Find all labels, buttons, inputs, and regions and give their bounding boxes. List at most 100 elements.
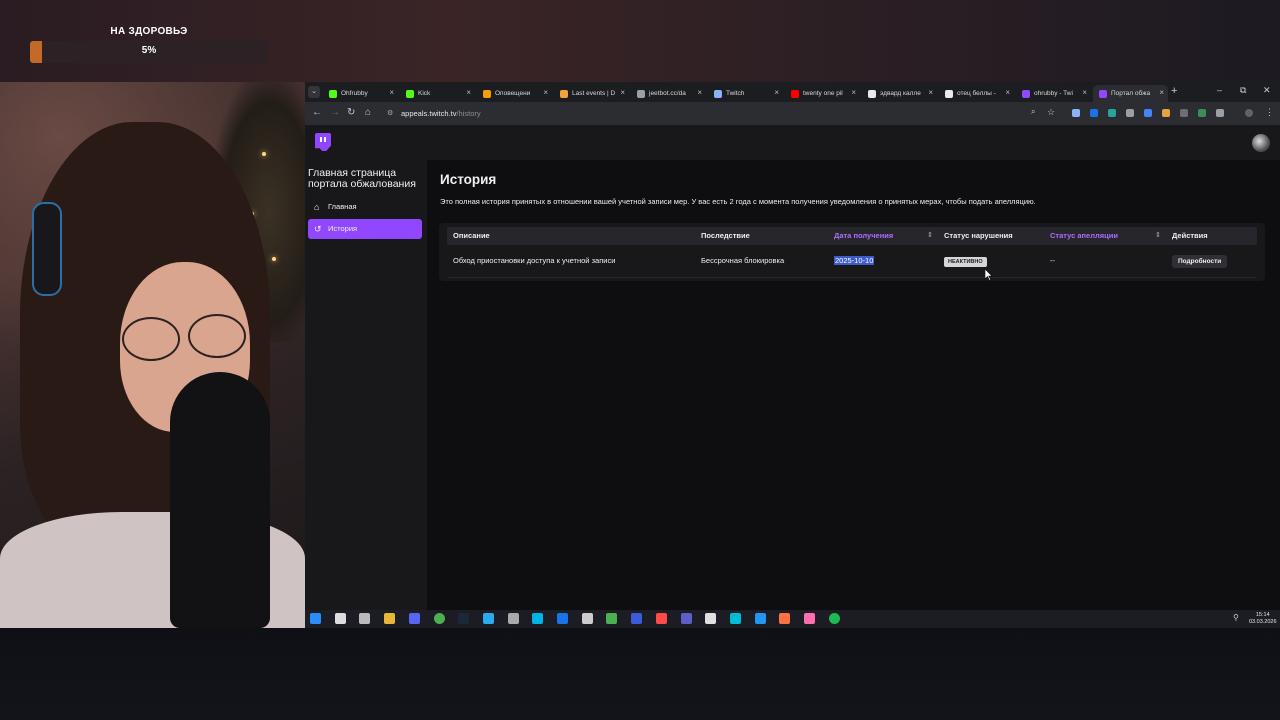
app-icon[interactable] [606, 613, 618, 624]
app-icon[interactable] [532, 613, 544, 624]
close-tab-icon[interactable]: × [697, 88, 702, 97]
tab-label: twenty one pil [803, 90, 843, 97]
browser-tab[interactable]: Ohfrubby × [323, 85, 398, 102]
cell-description: Обход приостановки доступа к учетной зап… [453, 256, 616, 265]
tab-label: Kick [418, 90, 431, 97]
browser-tab[interactable]: ohrubby - Twi × [1016, 85, 1091, 102]
home-browser-icon[interactable]: ⌂ [365, 107, 371, 118]
app-icon[interactable] [631, 613, 643, 624]
clock-time: 15:14 [1255, 612, 1270, 618]
glasses-left [122, 317, 180, 361]
app-icon[interactable] [557, 613, 568, 624]
site-info-icon[interactable]: ⚙ [387, 106, 393, 121]
browser-tab[interactable]: twenty one pil × [785, 85, 860, 102]
column-header-violation-status: Статус нарушения [944, 231, 1013, 240]
url-field[interactable]: ⚙ appeals.twitch.tv/history [383, 106, 1041, 121]
tab-label: Оповещени [495, 90, 531, 97]
spotify-icon[interactable] [828, 613, 840, 624]
windows-start-icon[interactable] [310, 613, 321, 624]
health-title: НА ЗДОРОВЬЭ [110, 26, 188, 37]
minimize-button[interactable]: – [1217, 85, 1222, 95]
close-tab-icon[interactable]: × [466, 88, 471, 97]
close-tab-icon[interactable]: × [851, 88, 856, 97]
tree-light [262, 152, 266, 156]
zoom-icon[interactable]: ⌕ [1031, 107, 1035, 117]
back-icon[interactable]: ← [312, 107, 322, 118]
close-tab-icon[interactable]: × [1005, 88, 1010, 97]
forward-icon[interactable]: → [330, 107, 340, 118]
browser-tab[interactable]: Last events | D × [554, 85, 629, 102]
extension-icon[interactable] [1126, 109, 1134, 117]
app-icon[interactable] [729, 613, 741, 624]
tab-search-button[interactable]: ⌄ [308, 86, 320, 98]
maximize-button[interactable]: ⧉ [1240, 85, 1246, 96]
browser-tab[interactable]: Портал обжа × [1093, 85, 1168, 102]
browser-tab[interactable]: jeetbot.cc/da × [631, 85, 706, 102]
extension-icon[interactable] [1180, 109, 1188, 117]
app-icon[interactable] [507, 613, 519, 624]
yandex-icon[interactable] [655, 613, 667, 624]
chrome-icon[interactable] [433, 613, 445, 624]
sort-icon[interactable]: ⇕ [927, 227, 933, 245]
google-icon [945, 89, 953, 98]
app-icon[interactable] [754, 613, 766, 624]
extension-icon[interactable] [1108, 109, 1116, 117]
profile-icon[interactable] [1245, 109, 1253, 117]
tab-label: эдвард калле [880, 90, 921, 97]
extension-icon[interactable] [1144, 109, 1152, 117]
close-window-button[interactable]: ✕ [1263, 85, 1271, 96]
microphone [170, 372, 270, 628]
taskbar-clock[interactable]: 15:14 03.03.2026 [1249, 612, 1277, 626]
sidebar-item-home[interactable]: ⌂ Главная [308, 197, 422, 217]
app-icon[interactable] [680, 613, 692, 624]
telegram-icon[interactable] [482, 613, 494, 624]
task-view-icon[interactable] [359, 613, 371, 624]
app-icon[interactable] [705, 613, 717, 624]
browser-menu-icon[interactable]: ⋮ [1265, 107, 1274, 118]
twitch-logo-icon[interactable] [315, 133, 331, 151]
steam-icon[interactable] [458, 613, 470, 624]
close-tab-icon[interactable]: × [928, 88, 933, 97]
column-header-appeal-status[interactable]: Статус апелляции [1050, 227, 1118, 245]
network-icon[interactable]: ⚲ [1233, 613, 1239, 622]
extension-icon[interactable] [1162, 109, 1170, 117]
bookmark-star-icon[interactable]: ☆ [1047, 107, 1055, 118]
reload-icon[interactable]: ↻ [347, 107, 355, 118]
health-percent: 5% [141, 45, 157, 56]
browser-tab[interactable]: эдвард калле × [862, 85, 937, 102]
browser-tab[interactable]: Оповещени × [477, 85, 552, 102]
tree-light [272, 257, 276, 261]
address-bar-row: ← → ↻ ⌂ ⚙ appeals.twitch.tv/history ⌕ ☆ … [305, 102, 1280, 125]
discord-icon[interactable] [408, 613, 420, 624]
extension-icon[interactable] [1072, 109, 1080, 117]
sidebar-item-history[interactable]: ↺ История [308, 219, 422, 239]
clock-date: 03.03.2026 [1249, 619, 1277, 625]
close-tab-icon[interactable]: × [389, 88, 394, 97]
extension-icon[interactable] [1198, 109, 1206, 117]
new-tab-button[interactable]: + [1171, 85, 1177, 97]
browser-tab[interactable]: Twitch × [708, 85, 783, 102]
close-tab-icon[interactable]: × [620, 88, 625, 97]
browser-tab[interactable]: отец беллы - × [939, 85, 1014, 102]
close-tab-icon[interactable]: × [1159, 88, 1164, 97]
search-icon[interactable] [334, 613, 346, 624]
close-tab-icon[interactable]: × [774, 88, 779, 97]
file-explorer-icon[interactable] [384, 613, 396, 624]
mouse-cursor-icon [985, 269, 993, 281]
details-button[interactable]: Подробности [1172, 255, 1228, 268]
kick-icon [406, 89, 414, 98]
sort-icon[interactable]: ⇕ [1155, 227, 1161, 245]
app-icon[interactable] [804, 613, 815, 624]
app-icon[interactable] [581, 613, 593, 624]
tab-label: Last events | D [572, 90, 616, 97]
user-avatar[interactable] [1252, 134, 1270, 152]
column-header-date[interactable]: Дата получения [834, 227, 893, 245]
browser-tab[interactable]: Kick × [400, 85, 475, 102]
close-tab-icon[interactable]: × [1082, 88, 1087, 97]
close-tab-icon[interactable]: × [543, 88, 548, 97]
extension-icon[interactable] [1090, 109, 1098, 117]
tab-label: Портал обжа [1111, 90, 1151, 97]
extensions-puzzle-icon[interactable] [1216, 109, 1224, 117]
tab-label: ohrubby - Twi [1034, 90, 1073, 97]
app-icon[interactable] [779, 613, 791, 624]
